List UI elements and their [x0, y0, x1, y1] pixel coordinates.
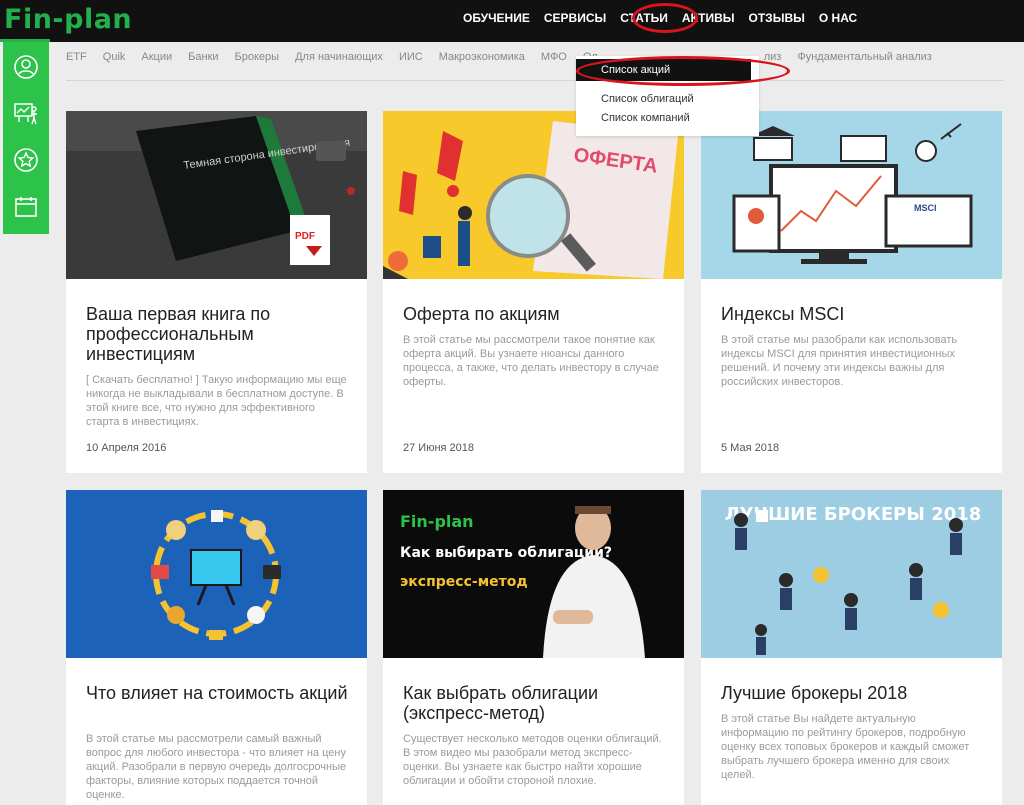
card-title[interactable]: Ваша первая книга по профессиональным ин…	[86, 304, 356, 364]
subnav-iis[interactable]: ИИС	[399, 51, 423, 63]
article-card-stoimost-akcij[interactable]: Что влияет на стоимость акций В этой ста…	[66, 490, 367, 805]
card-excerpt: В этой статье Вы найдете актуальную инфо…	[721, 713, 970, 781]
subnav-akcii[interactable]: Акции	[141, 51, 172, 63]
subnav-banki[interactable]: Банки	[188, 51, 218, 63]
nav-servisy[interactable]: СЕРВИСЫ	[544, 11, 613, 25]
video-thumbnail: Fin-plan Как выбирать облигации? экспрес…	[383, 490, 684, 658]
sidebar-profile[interactable]	[3, 44, 49, 90]
left-sidebar	[3, 42, 49, 234]
article-card-oblicacii[interactable]: Fin-plan Как выбирать облигации? экспрес…	[383, 490, 684, 805]
highlight-ellipse-spisok-akcij	[576, 56, 790, 86]
card-title[interactable]: Индексы MSCI	[721, 304, 991, 324]
subnav-etf[interactable]: ETF	[66, 51, 87, 63]
sidebar-training[interactable]	[3, 90, 49, 136]
card-image: ЛУЧШИЕ БРОКЕРЫ 2018	[701, 490, 1002, 658]
site-logo[interactable]: Fin-plan	[4, 4, 132, 35]
article-card-oferta[interactable]: ОФЕРТА Оферта по акциям В этой статье мы…	[383, 111, 684, 473]
card-title[interactable]: Что влияет на стоимость акций	[86, 683, 356, 703]
dropdown-item-spisok-obligacij[interactable]: Список облигаций	[601, 93, 694, 105]
video-title: Как выбирать облигации?	[400, 545, 612, 561]
card-date: 27 Июня 2018	[403, 442, 475, 454]
video-subtitle: экспресс-метод	[400, 574, 528, 590]
card-excerpt: В этой статье мы рассмотрели самый важны…	[86, 733, 347, 801]
sidebar-calendar[interactable]	[3, 184, 49, 230]
card-date: 10 Апреля 2016	[86, 442, 167, 454]
card-title[interactable]: Как выбрать облигации (экспресс-метод)	[403, 683, 673, 723]
card-image	[66, 490, 367, 658]
sidebar-favorites[interactable]	[3, 137, 49, 183]
card-excerpt: Существует несколько методов оценки обли…	[403, 733, 662, 787]
card-image: MSCI	[701, 111, 1002, 279]
calendar-icon	[15, 197, 37, 217]
subnav-dlya-nachinayushchih[interactable]: Для начинающих	[295, 51, 383, 63]
oferta-illustration: ОФЕРТА	[383, 111, 684, 279]
star-icon	[14, 148, 38, 172]
article-card-kniga[interactable]: Темная сторона инвестирования PDF Ваша п…	[66, 111, 367, 473]
card-image: Fin-plan Как выбирать облигации? экспрес…	[383, 490, 684, 658]
subnav-divider	[66, 80, 1004, 81]
book-illustration: Темная сторона инвестирования PDF	[66, 111, 367, 279]
subnav-mfo[interactable]: МФО	[541, 51, 567, 63]
user-icon	[14, 55, 38, 79]
card-excerpt: В этой статье мы разобрали как использов…	[721, 334, 958, 388]
msci-image-text: MSCI	[914, 203, 937, 213]
pdf-badge: PDF	[295, 231, 315, 242]
nav-obuchenie[interactable]: ОБУЧЕНИЕ	[463, 11, 537, 25]
article-card-brokery-2018[interactable]: ЛУЧШИЕ БРОКЕРЫ 2018 Лучшие брокеры 2018 …	[701, 490, 1002, 805]
subnav-brokery[interactable]: Брокеры	[235, 51, 280, 63]
video-logo: Fin-plan	[400, 512, 474, 531]
subnav-fundamentalnyj-analiz[interactable]: Фундаментальный анализ	[797, 51, 932, 63]
top-bar: Fin-plan ОБУЧЕНИЕ СЕРВИСЫ СТАТЬИ АКТИВЫ …	[0, 0, 1024, 42]
article-card-msci[interactable]: MSCI Индексы MSCI В этой статье мы разоб…	[701, 111, 1002, 473]
dropdown-item-spisok-kompanij[interactable]: Список компаний	[601, 112, 690, 124]
highlight-ellipse-aktivy	[632, 3, 698, 33]
msci-illustration: MSCI	[701, 111, 1002, 279]
subnav-makroekonomika[interactable]: Макроэкономика	[439, 51, 525, 63]
factors-illustration	[66, 490, 367, 658]
card-image: Темная сторона инвестирования PDF	[66, 111, 367, 279]
presentation-icon	[14, 103, 37, 125]
card-image: ОФЕРТА	[383, 111, 684, 279]
nav-otzyvy[interactable]: ОТЗЫВЫ	[749, 11, 812, 25]
subnav-quik[interactable]: Quik	[103, 51, 126, 63]
brokers-illustration: ЛУЧШИЕ БРОКЕРЫ 2018	[701, 490, 1002, 658]
card-date: 5 Мая 2018	[721, 442, 780, 454]
card-title[interactable]: Лучшие брокеры 2018	[721, 683, 991, 703]
card-title[interactable]: Оферта по акциям	[403, 304, 673, 324]
nav-o-nas[interactable]: О НАС	[819, 11, 864, 25]
card-excerpt: В этой статье мы рассмотрели такое понят…	[403, 334, 659, 388]
sub-nav: ETF Quik Акции Банки Брокеры Для начинаю…	[66, 51, 948, 63]
card-excerpt: [ Скачать бесплатно! ] Такую информацию …	[86, 374, 347, 428]
